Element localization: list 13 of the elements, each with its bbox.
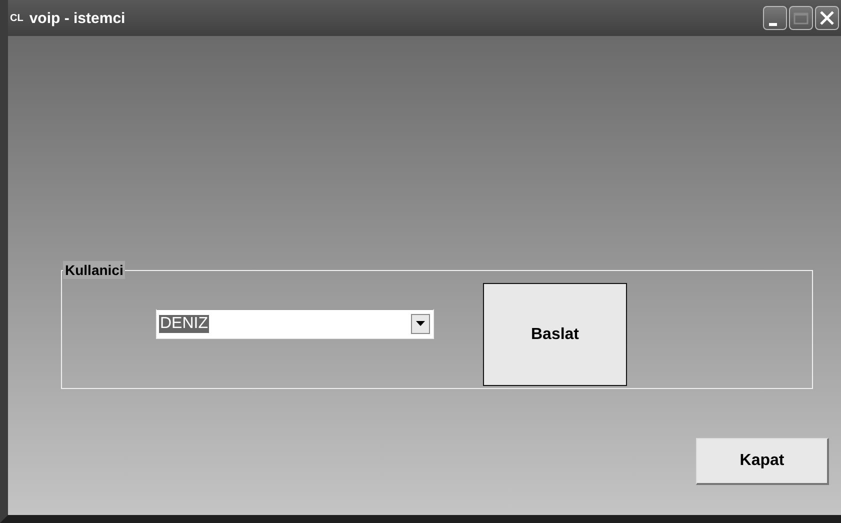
close-icon — [819, 10, 835, 26]
user-dropdown[interactable]: DENIZ — [156, 309, 434, 339]
maximize-button[interactable] — [789, 6, 813, 30]
minimize-icon — [769, 22, 777, 26]
start-button[interactable]: Baslat — [483, 283, 627, 386]
minimize-button[interactable] — [763, 6, 787, 30]
group-label: Kullanici — [63, 261, 126, 279]
close-button[interactable] — [815, 6, 839, 30]
app-icon: CL — [10, 12, 24, 24]
close-window-button[interactable]: Kapat — [696, 438, 829, 485]
window-title: voip - istemci — [29, 10, 126, 26]
maximize-icon — [793, 11, 809, 25]
dropdown-value: DENIZ — [159, 315, 209, 333]
